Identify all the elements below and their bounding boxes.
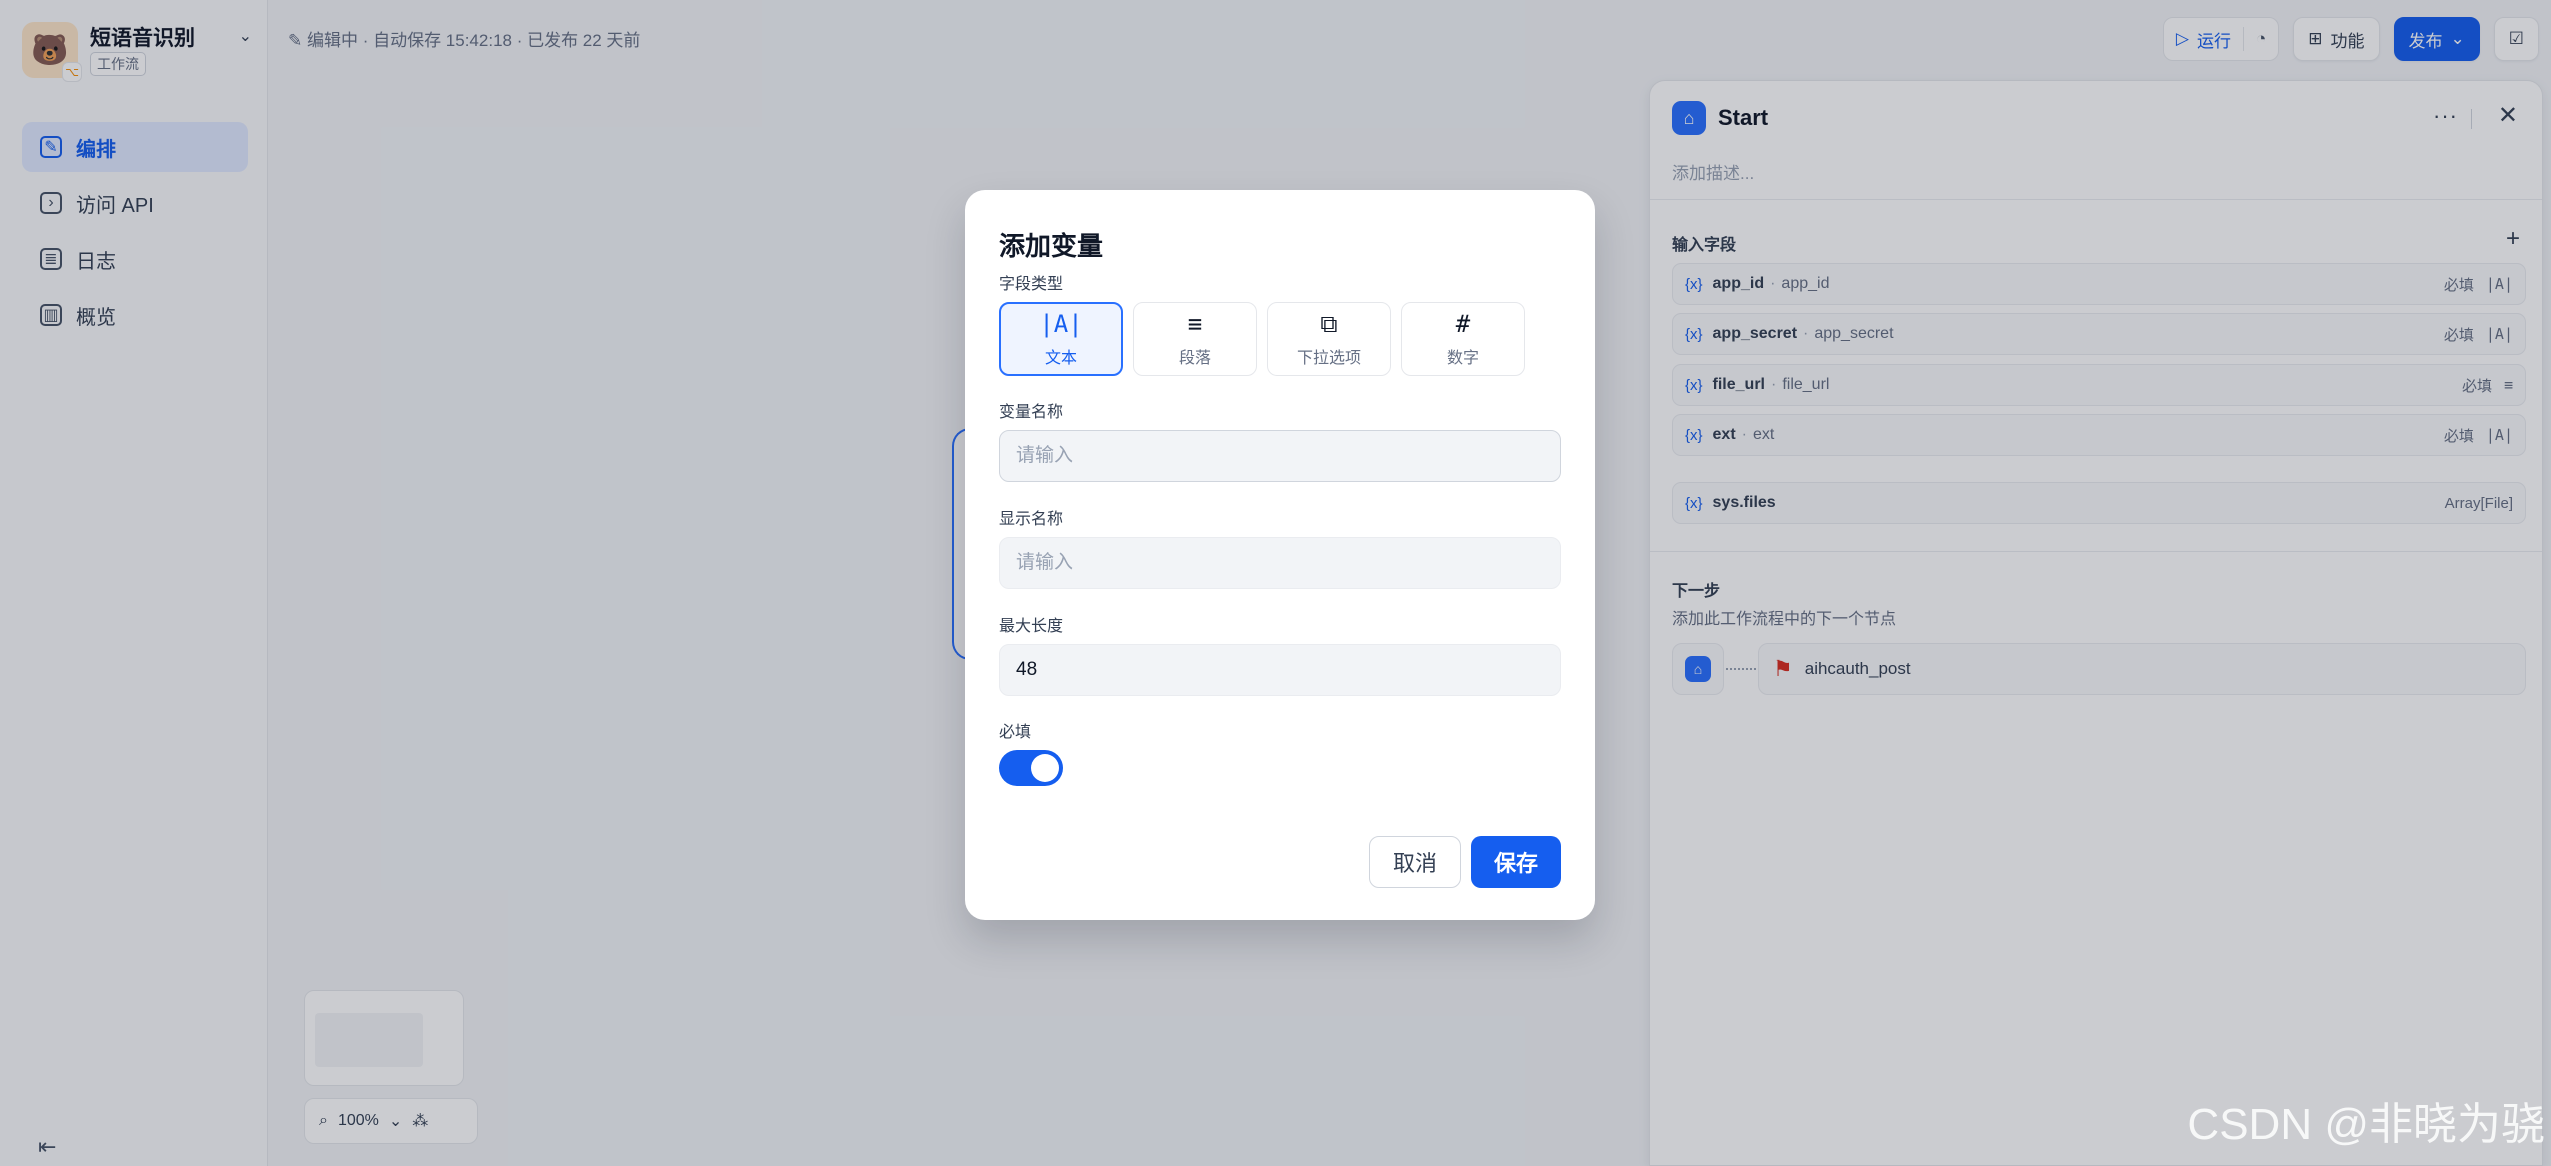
- display-name-label: 显示名称: [999, 511, 1064, 528]
- type-option-label: 数字: [1446, 350, 1479, 367]
- text-type-icon: |A|: [1039, 310, 1083, 338]
- type-option-label: 下拉选项: [1296, 350, 1361, 367]
- var-name-input[interactable]: [999, 430, 1561, 482]
- paragraph-type-icon: ≡: [1187, 310, 1203, 338]
- type-option-number[interactable]: # 数字: [1401, 302, 1525, 376]
- toggle-knob: [1031, 754, 1059, 782]
- cancel-button[interactable]: 取消: [1369, 836, 1461, 888]
- var-name-label: 变量名称: [999, 404, 1064, 421]
- max-length-label: 最大长度: [999, 618, 1064, 635]
- select-type-icon: ⧉: [1320, 310, 1338, 338]
- field-type-selector: |A| 文本 ≡ 段落 ⧉ 下拉选项 # 数字: [999, 302, 1525, 376]
- type-option-label: 段落: [1178, 350, 1211, 367]
- field-type-label: 字段类型: [999, 276, 1064, 293]
- type-option-label: 文本: [1044, 350, 1077, 367]
- watermark: CSDN @非晓为骁: [2187, 1100, 2545, 1149]
- type-option-paragraph[interactable]: ≡ 段落: [1133, 302, 1257, 376]
- max-length-input[interactable]: [999, 644, 1561, 696]
- required-toggle[interactable]: [999, 750, 1063, 786]
- dialog-title: 添加变量: [999, 231, 1104, 261]
- type-option-select[interactable]: ⧉ 下拉选项: [1267, 302, 1391, 376]
- number-type-icon: #: [1455, 310, 1471, 338]
- display-name-input[interactable]: [999, 537, 1561, 589]
- type-option-text[interactable]: |A| 文本: [999, 302, 1123, 376]
- add-variable-dialog: 添加变量 字段类型 |A| 文本 ≡ 段落 ⧉ 下拉选项 # 数字 变量名称 显…: [965, 190, 1595, 920]
- required-label: 必填: [999, 724, 1032, 741]
- save-button[interactable]: 保存: [1471, 836, 1561, 888]
